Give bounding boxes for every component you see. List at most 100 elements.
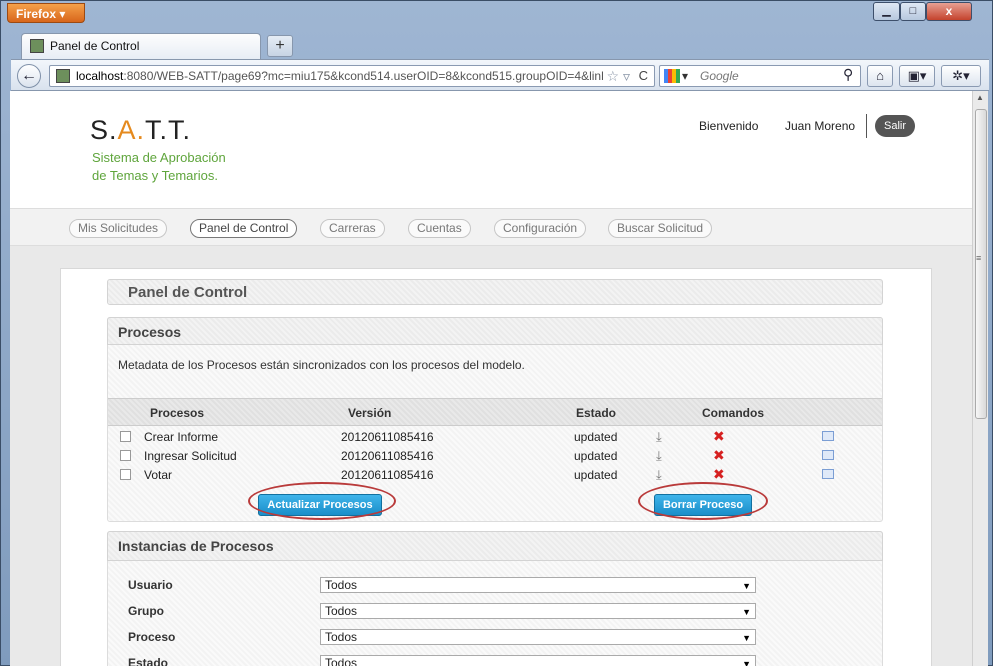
tab-bar: Panel de Control + — [11, 31, 986, 59]
row-checkbox[interactable] — [120, 450, 131, 461]
dropdown-arrow-icon: ▼ — [742, 633, 751, 643]
nav-cuentas[interactable]: Cuentas — [408, 219, 471, 238]
logout-button[interactable]: Salir — [875, 115, 915, 137]
procesos-note: Metadata de los Procesos están sincroniz… — [118, 358, 525, 372]
process-version: 20120611085416 — [341, 430, 434, 444]
welcome-text: Bienvenido — [699, 119, 759, 133]
usuario-select-value: Todos — [325, 578, 358, 592]
page-title: Panel de Control — [128, 284, 248, 301]
delete-icon[interactable]: ✖ — [713, 467, 725, 481]
filter-label-grupo: Grupo — [128, 604, 164, 618]
filter-label-usuario: Usuario — [128, 578, 173, 592]
process-state: updated — [574, 449, 618, 463]
download-icon[interactable]: ⤓ — [656, 468, 662, 481]
navigation-toolbar: ← localhost:8080/WEB-SATT/page69?mc=miu1… — [11, 59, 989, 91]
site-favicon-icon — [56, 69, 70, 83]
scroll-up-arrow-icon[interactable]: ▲ — [976, 93, 984, 102]
nav-panel-de-control[interactable]: Panel de Control — [190, 219, 298, 238]
procesos-table-header: Procesos Versión Estado Comandos — [108, 398, 882, 426]
bookmarks-menu-icon[interactable]: ▣▾ — [899, 65, 935, 87]
tab-panel-de-control[interactable]: Panel de Control — [21, 33, 261, 59]
col-comandos: Comandos — [702, 406, 765, 420]
process-name: Votar — [144, 468, 173, 482]
row-checkbox[interactable] — [120, 469, 131, 480]
site-logo[interactable]: S.A.T.T. — [90, 115, 191, 146]
delete-icon[interactable]: ✖ — [713, 448, 725, 462]
subtitle-line-2: de Temas y Temarios. — [92, 168, 218, 183]
site-subtitle: Sistema de Aprobación de Temas y Temario… — [92, 149, 292, 185]
proceso-select[interactable]: Todos ▼ — [320, 629, 756, 645]
procesos-panel: Procesos Metadata de los Procesos están … — [107, 317, 883, 522]
scroll-grip-icon: ≡ — [976, 253, 982, 263]
filter-label-proceso: Proceso — [128, 630, 176, 644]
col-estado: Estado — [576, 406, 617, 420]
page-favicon-icon — [30, 39, 44, 53]
procesos-title: Procesos — [118, 324, 182, 340]
row-checkbox[interactable] — [120, 431, 131, 442]
nav-buscar-solicitud[interactable]: Buscar Solicitud — [608, 219, 713, 238]
annotation-circle — [248, 482, 396, 520]
process-name: Ingresar Solicitud — [144, 449, 237, 463]
subtitle-line-1: Sistema de Aprobación — [92, 150, 226, 165]
annotation-circle — [638, 482, 768, 520]
vertical-scrollbar[interactable]: ▲ ≡ — [972, 91, 988, 666]
addons-icon[interactable]: ✲▾ — [941, 65, 981, 87]
download-icon[interactable]: ⤓ — [656, 430, 662, 443]
download-icon[interactable]: ⤓ — [656, 449, 662, 462]
estado-select[interactable]: Todos ▼ — [320, 655, 756, 666]
maximize-icon: □ — [909, 5, 917, 17]
process-state: updated — [574, 468, 618, 482]
scroll-thumb[interactable] — [975, 109, 987, 419]
google-engine-icon[interactable] — [664, 69, 680, 83]
site-header: S.A.T.T. Sistema de Aprobación de Temas … — [10, 91, 972, 209]
procesos-header: Procesos — [107, 317, 883, 345]
dropdown-arrow-icon: ▼ — [742, 581, 751, 591]
minimize-button[interactable]: ▁ — [873, 2, 900, 21]
title-bar: Firefox ▾ ▁ □ x — [1, 1, 993, 29]
delete-icon[interactable]: ✖ — [713, 429, 725, 443]
back-arrow-icon[interactable]: ← — [17, 64, 41, 88]
estado-select-value: Todos — [325, 656, 358, 666]
url-host: localhost — [76, 69, 124, 83]
content-card: Panel de Control Procesos Metadata de lo… — [60, 268, 932, 666]
logo-part-s: S. — [90, 115, 118, 145]
filter-label-estado: Estado — [128, 656, 169, 666]
col-version: Versión — [348, 406, 392, 420]
user-divider — [866, 114, 867, 138]
maximize-button[interactable]: □ — [900, 2, 926, 21]
edit-icon[interactable] — [822, 469, 834, 479]
new-tab-button[interactable]: + — [267, 35, 293, 57]
bookmark-star-icon[interactable]: ☆ ▿ — [607, 68, 630, 85]
main-nav: Mis Solicitudes Panel de Control Carrera… — [10, 209, 972, 246]
edit-icon[interactable] — [822, 450, 834, 460]
process-state: updated — [574, 430, 618, 444]
reload-icon[interactable]: C — [639, 68, 648, 83]
logo-part-tt: T.T. — [145, 115, 192, 145]
search-input[interactable]: ▾ Google — [659, 65, 861, 87]
engine-dropdown-icon[interactable]: ▾ — [682, 69, 688, 83]
instancias-panel: Instancias de Procesos Usuario Todos ▼ Gr… — [107, 531, 883, 666]
address-bar[interactable]: localhost:8080/WEB-SATT/page69?mc=miu175… — [49, 65, 655, 87]
close-window-button[interactable]: x — [926, 2, 972, 21]
nav-carreras[interactable]: Carreras — [320, 219, 385, 238]
instancias-title: Instancias de Procesos — [118, 538, 274, 554]
home-icon[interactable]: ⌂ — [867, 65, 893, 87]
logo-part-a: A. — [117, 115, 146, 145]
minimize-icon: ▁ — [882, 5, 891, 17]
instancias-header: Instancias de Procesos — [107, 531, 883, 561]
page-title-bar: Panel de Control — [107, 279, 883, 305]
grupo-select[interactable]: Todos ▼ — [320, 603, 756, 619]
grupo-select-value: Todos — [325, 604, 358, 618]
col-procesos: Procesos — [150, 406, 205, 420]
edit-icon[interactable] — [822, 431, 834, 441]
search-magnifier-icon[interactable]: ⚲ — [843, 66, 853, 83]
nav-configuracion[interactable]: Configuración — [494, 219, 587, 238]
page-viewport: S.A.T.T. Sistema de Aprobación de Temas … — [10, 91, 972, 666]
usuario-select[interactable]: Todos ▼ — [320, 577, 756, 593]
proceso-select-value: Todos — [325, 630, 358, 644]
tab-title: Panel de Control — [50, 39, 140, 53]
dropdown-arrow-icon: ▼ — [742, 659, 751, 666]
nav-mis-solicitudes[interactable]: Mis Solicitudes — [69, 219, 168, 238]
firefox-menu-button[interactable]: Firefox ▾ — [7, 3, 85, 23]
dropdown-arrow-icon: ▼ — [742, 607, 751, 617]
